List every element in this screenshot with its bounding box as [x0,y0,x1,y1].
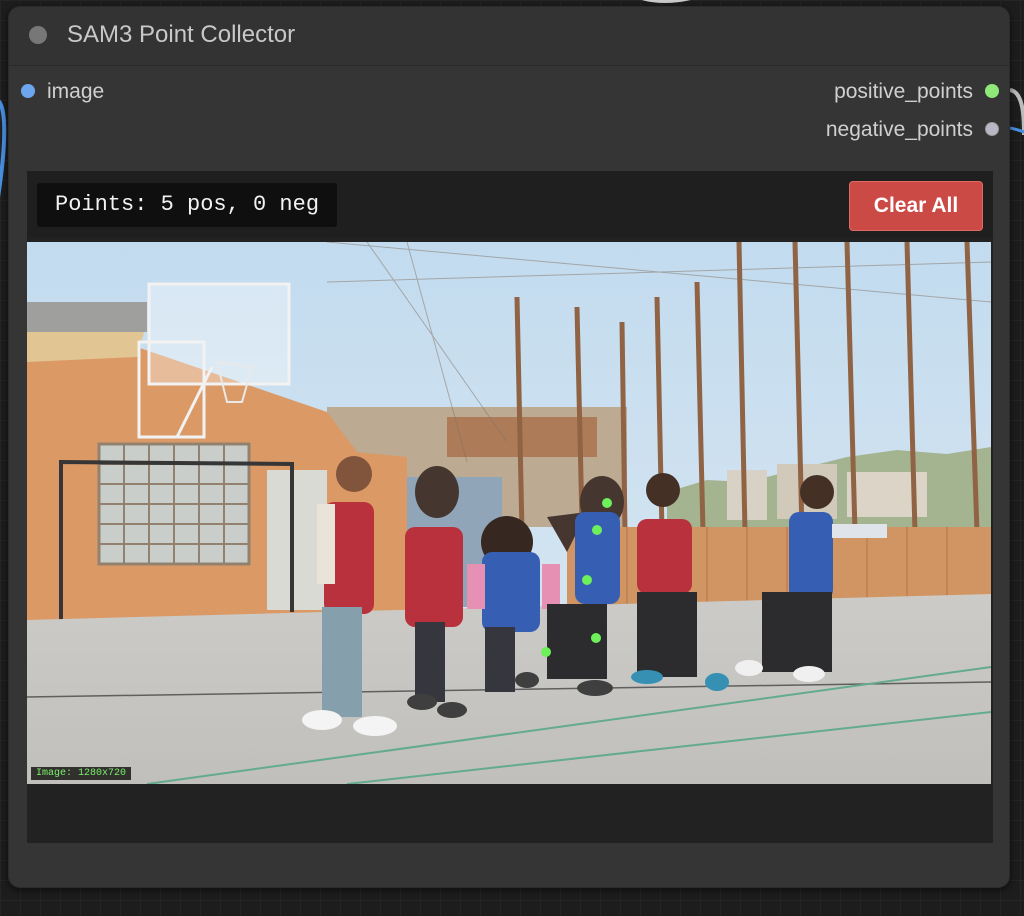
negative-points-output-label: negative_points [825,118,973,141]
image-input-socket-icon[interactable] [21,84,35,98]
positive-points-output-socket-icon[interactable] [985,84,999,98]
collapse-dot-icon[interactable] [29,26,47,44]
playground-photo [27,242,991,784]
sam3-point-collector-node[interactable]: SAM3 Point Collector image positive_poin… [8,6,1010,888]
node-title: SAM3 Point Collector [67,21,296,48]
image-size-info: Image: 1280x720 [31,767,132,780]
positive-point-marker-3[interactable] [590,633,601,644]
image-input-label: image [47,80,105,103]
positive-points-output-label: positive_points [834,80,973,103]
points-counter: Points: 5 pos, 0 neg [37,183,338,227]
positive-point-marker-4[interactable] [540,647,551,658]
positive-point-marker-1[interactable] [591,524,602,535]
image-canvas[interactable]: Image: 1280x720 [27,242,991,784]
point-collector-widget: Points: 5 pos, 0 neg Clear All Image: 12… [27,171,993,843]
negative-points-output-socket-icon[interactable] [985,122,999,136]
positive-point-marker-2[interactable] [582,574,593,585]
clear-all-button[interactable]: Clear All [849,181,983,231]
node-title-bar[interactable]: SAM3 Point Collector [9,7,1009,66]
widget-toolbar: Points: 5 pos, 0 neg Clear All [27,171,993,237]
